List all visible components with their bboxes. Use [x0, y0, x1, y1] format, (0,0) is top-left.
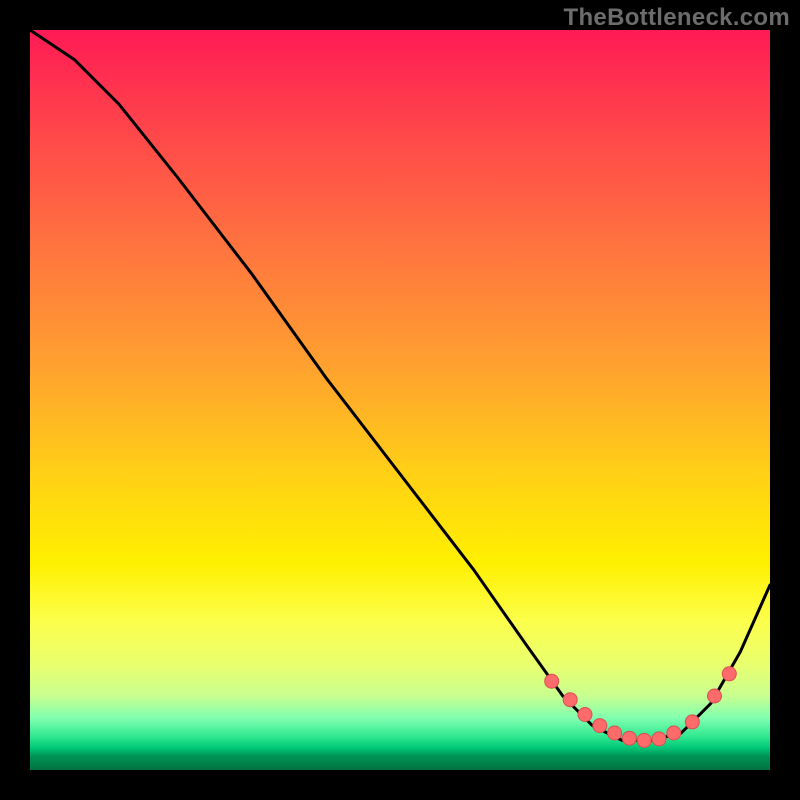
curve-layer	[30, 30, 770, 770]
marker-dot	[563, 693, 577, 707]
marker-dot	[685, 715, 699, 729]
chart-stage: TheBottleneck.com	[0, 0, 800, 800]
brand-watermark: TheBottleneck.com	[564, 4, 790, 32]
marker-dot	[708, 689, 722, 703]
marker-dot	[578, 708, 592, 722]
marker-dot	[622, 731, 636, 745]
bottleneck-curve	[30, 30, 770, 740]
marker-dot	[722, 667, 736, 681]
plot-area	[30, 30, 770, 770]
marker-dot	[652, 732, 666, 746]
marker-dot	[608, 726, 622, 740]
marker-dot	[593, 719, 607, 733]
marker-dot	[637, 733, 651, 747]
marker-dot	[667, 726, 681, 740]
marker-dot	[545, 674, 559, 688]
